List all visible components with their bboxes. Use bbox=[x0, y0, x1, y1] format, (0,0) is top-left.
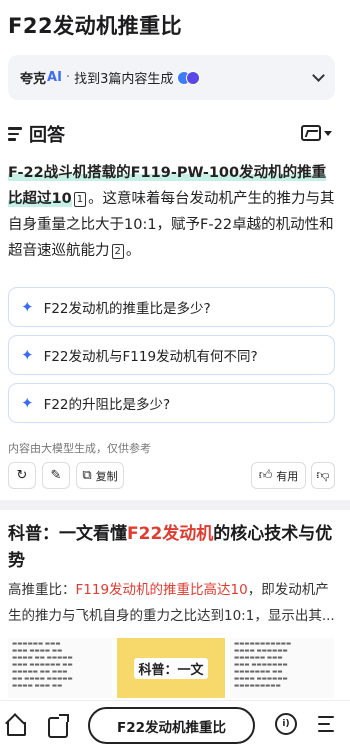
page: F22发动机推重比 夸克 AI · 找到3篇内容生成 回答 F-22战斗机搭载的… bbox=[0, 0, 350, 752]
disclaimer-text: 内容由大模型生成，仅供参考 bbox=[8, 442, 151, 455]
citation-2[interactable]: 2 bbox=[111, 243, 124, 259]
sparkle-icon: ✦ bbox=[21, 346, 34, 364]
copy-label: 复制 bbox=[95, 469, 118, 483]
edit-button[interactable]: ✎ bbox=[42, 462, 70, 489]
source-summary-bar[interactable]: 夸克 AI · 找到3篇内容生成 bbox=[8, 55, 335, 100]
suggestion-item[interactable]: ✦ F22发动机与F119发动机有何不同? bbox=[8, 335, 335, 375]
sparkle-icon: ✦ bbox=[21, 298, 34, 316]
refresh-icon: ↻ bbox=[16, 468, 28, 483]
copy-icon: ⧉ bbox=[82, 468, 92, 483]
ai-label: AI bbox=[47, 70, 62, 85]
thumbs-down-button[interactable]: 👎︎ bbox=[311, 462, 335, 489]
refresh-button[interactable]: ↻ bbox=[8, 462, 36, 489]
article-thumbnail-table[interactable]: ▬▬▬▬▬▬ ▬▬▬ ▬▬▬ ▬▬▬▬ ▬▬ ▬▬▬▬ ▬▬ ▬▬▬▬▬ ▬▬▬ ▬▬… bbox=[8, 638, 112, 698]
answer-end: 。 bbox=[125, 243, 141, 259]
image-toggle-button[interactable] bbox=[301, 125, 332, 141]
snippet-keyword: F119发动机的推重比高达10 bbox=[75, 582, 248, 598]
article-thumbnail-text[interactable]: ▬▬▬▬▬▬▬▬▬▬▬ ▬▬▬▬ ▬▬▬▬▬▬ ▬▬▬▬▬▬ ▬▬▬ ▬▬▬ ▬▬▬▬… bbox=[230, 638, 334, 698]
thumbnail-title: 科普：一文 bbox=[134, 657, 208, 679]
article-title[interactable]: 科普：一文看懂F22发动机的核心技术与优势 bbox=[8, 521, 338, 575]
menu-icon[interactable] bbox=[318, 716, 334, 732]
edit-icon: ✎ bbox=[50, 468, 62, 483]
suggestion-label: F22发动机的推重比是多少? bbox=[43, 301, 211, 317]
list-lines-icon bbox=[8, 127, 22, 141]
suggestion-item[interactable]: ✦ F22的升阻比是多少? bbox=[8, 383, 335, 423]
useful-label: 有用 bbox=[276, 469, 299, 483]
source-avatars-icon bbox=[177, 70, 201, 85]
source-count-text: 找到3篇内容生成 bbox=[74, 72, 174, 87]
copy-button[interactable]: ⧉ 复制 bbox=[76, 462, 124, 489]
citation-1[interactable]: 1 bbox=[73, 191, 87, 207]
tabs-icon[interactable] bbox=[46, 714, 69, 738]
title-keyword: F22发动机 bbox=[127, 524, 214, 544]
snippet-part: 高推重比： bbox=[8, 582, 76, 598]
article-thumbnail-cover[interactable]: 科普：一文 bbox=[117, 638, 225, 698]
thumbs-down-icon: 👎︎ bbox=[316, 468, 330, 483]
home-icon[interactable] bbox=[4, 714, 26, 736]
suggestion-label: F22的升阻比是多少? bbox=[43, 397, 171, 413]
article-snippet: 高推重比：F119发动机的推重比高达10，即发动机产生的推力与飞机自身的重力之比… bbox=[8, 577, 338, 629]
thumbs-up-icon: 👍︎ bbox=[258, 468, 273, 483]
voice-icon[interactable]: i) bbox=[275, 713, 297, 735]
dropdown-arrow-icon bbox=[324, 130, 332, 136]
answer-heading-label: 回答 bbox=[29, 125, 65, 146]
answer-heading: 回答 bbox=[8, 121, 65, 147]
chevron-down-icon[interactable] bbox=[312, 68, 325, 82]
separator-dot: · bbox=[65, 70, 71, 85]
image-icon bbox=[301, 125, 321, 141]
title-part: 科普：一文看懂 bbox=[8, 524, 127, 544]
answer-text: F-22战斗机搭载的F119-PW-100发动机的推重比超过10 1 。这意味着每台… bbox=[8, 160, 338, 264]
search-pill[interactable]: F22发动机推重比 bbox=[88, 707, 255, 744]
sparkle-icon: ✦ bbox=[21, 394, 34, 412]
suggestion-label: F22发动机与F119发动机有何不同? bbox=[43, 349, 258, 365]
suggestion-item[interactable]: ✦ F22发动机的推重比是多少? bbox=[8, 287, 335, 327]
brand-label: 夸克 bbox=[20, 72, 47, 87]
useful-button[interactable]: 👍︎ 有用 bbox=[251, 462, 306, 489]
section-divider bbox=[0, 500, 350, 510]
query-title: F22发动机推重比 bbox=[8, 14, 183, 38]
